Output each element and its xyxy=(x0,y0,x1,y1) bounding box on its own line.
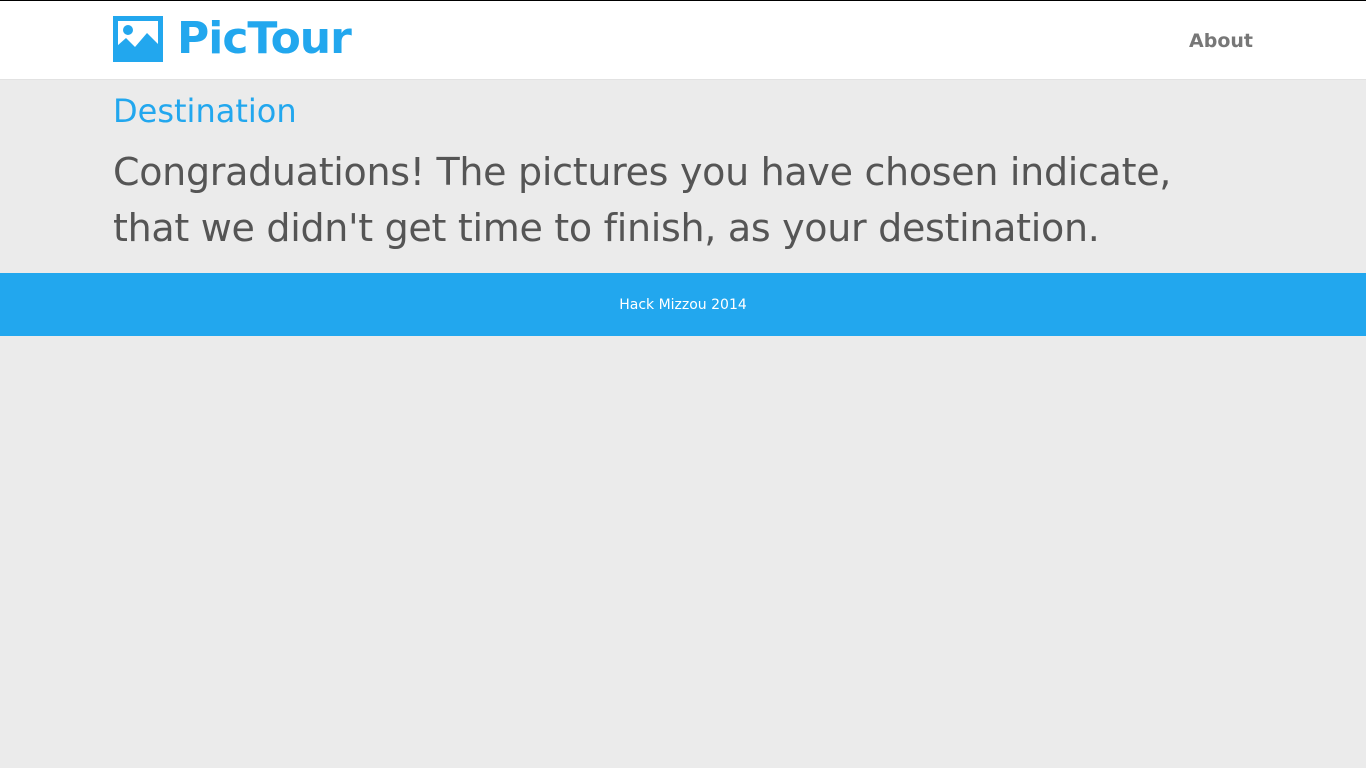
result-message: Congraduations! The pictures you have ch… xyxy=(113,150,1172,250)
brand-name: PicTour xyxy=(177,13,352,64)
footer: Hack Mizzou 2014 xyxy=(0,273,1366,336)
page: PicTour About Destination Congraduations… xyxy=(0,0,1366,768)
brand-link[interactable]: PicTour xyxy=(113,13,352,64)
section-title: Destination xyxy=(113,92,297,130)
navbar: PicTour About xyxy=(0,0,1366,80)
footer-text: Hack Mizzou 2014 xyxy=(619,296,747,313)
nav-link-about[interactable]: About xyxy=(1189,29,1253,53)
image-icon xyxy=(113,16,163,62)
